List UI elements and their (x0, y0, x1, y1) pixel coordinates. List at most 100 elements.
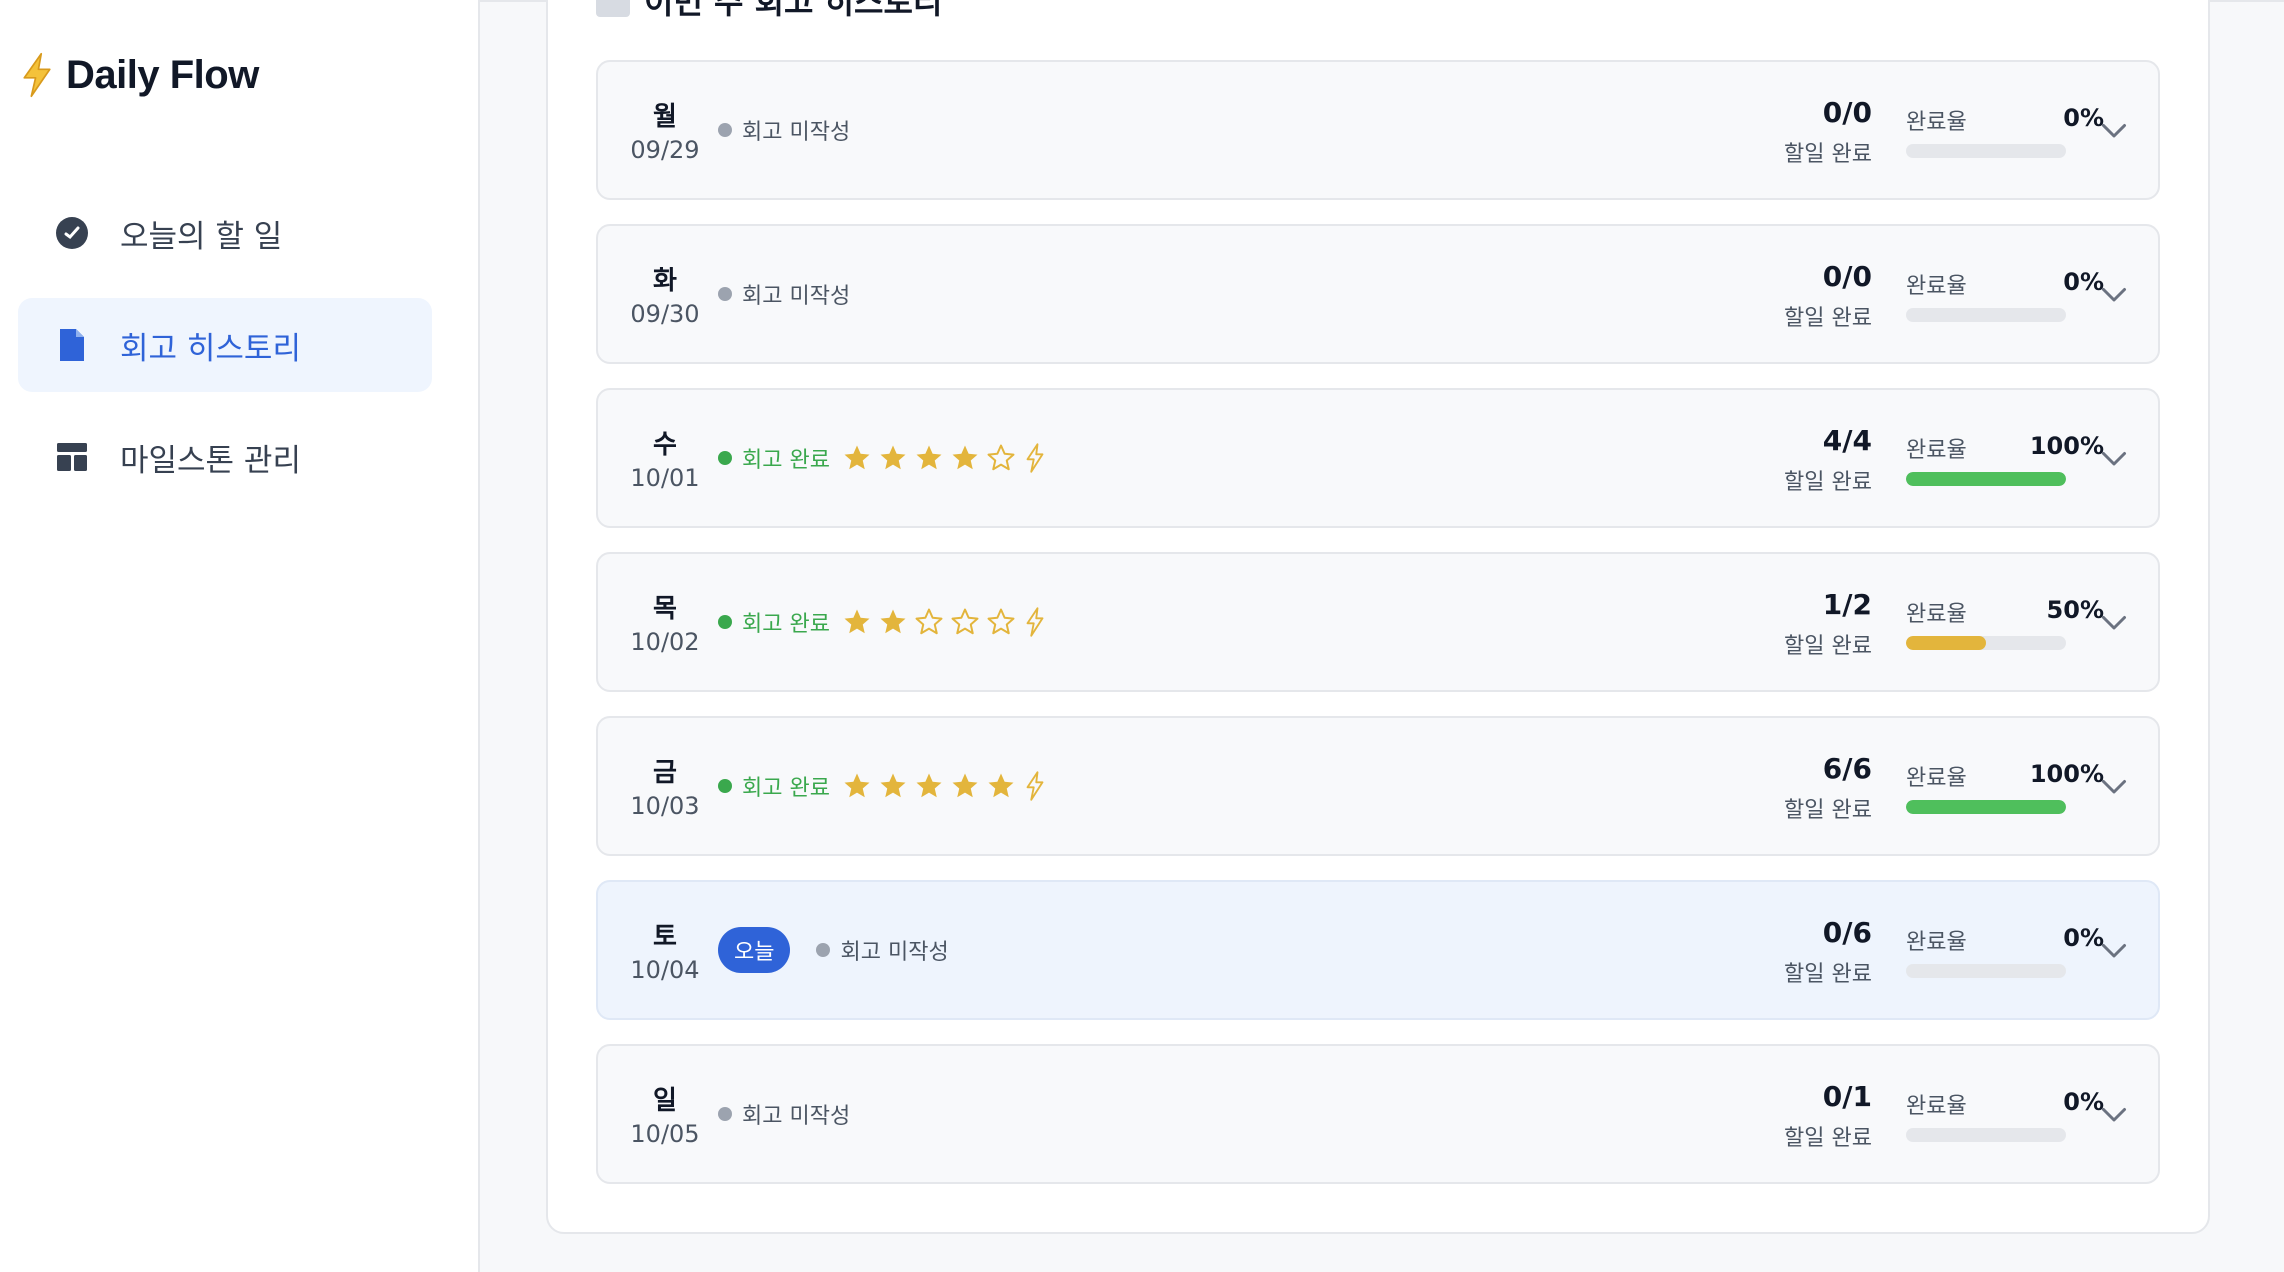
star-outline-icon (987, 608, 1015, 635)
day-row[interactable]: 일 10/05 회고 미작성 0/1 할일 완료 완료율 0% (596, 1044, 2160, 1184)
status-dot (718, 779, 732, 793)
day-info: 목 10/02 (598, 554, 732, 690)
completion-rate-label: 완료율 (1906, 766, 1967, 791)
chevron-down-icon[interactable] (2096, 440, 2132, 476)
section-title: 이번 주 회고 히스토리 (596, 0, 943, 21)
day-info: 일 10/05 (598, 1046, 732, 1182)
date: 10/01 (630, 464, 700, 492)
completion-rate-label: 완료율 (1906, 602, 1967, 627)
progress-bar (1906, 472, 2066, 486)
retro-status: 회고 미작성 (840, 940, 949, 965)
day-row[interactable]: 금 10/03 회고 완료 6/6 할일 완료 완료율 100% (596, 716, 2160, 856)
completion-rate: 0% (2063, 104, 2104, 132)
retro-status: 회고 미작성 (742, 1104, 851, 1129)
completion-rate: 0% (2063, 1088, 2104, 1116)
task-count-label: 할일 완료 (1784, 1126, 1872, 1151)
sidebar-item-milestones[interactable]: 마일스톤 관리 (18, 410, 432, 504)
task-count: 0/0 (1822, 96, 1872, 129)
star-filled-icon (916, 445, 942, 470)
day-row[interactable]: 목 10/02 회고 완료 1/2 할일 완료 완료율 50% (596, 552, 2160, 692)
task-count-label: 할일 완료 (1784, 634, 1872, 659)
sidebar-item-retro-history[interactable]: 회고 히스토리 (18, 298, 432, 392)
status-dot (718, 287, 732, 301)
star-filled-icon (844, 609, 870, 634)
layout-icon (54, 439, 90, 475)
retro-status-group: 회고 미작성 (718, 62, 858, 198)
retro-status: 회고 완료 (742, 612, 830, 637)
section-title-text: 이번 주 회고 히스토리 (644, 0, 943, 21)
retro-status: 회고 미작성 (742, 120, 851, 145)
rating-stars (842, 771, 1046, 801)
day-row[interactable]: 화 09/30 회고 미작성 0/0 할일 완료 완료율 0% (596, 224, 2160, 364)
retro-status: 회고 완료 (742, 776, 830, 801)
progress-bar (1906, 800, 2066, 814)
day-list: 월 09/29 회고 미작성 0/0 할일 완료 완료율 0% 화 09/30 회고 미작성 0/0… (596, 60, 2160, 1208)
completion-rate: 50% (2046, 596, 2104, 624)
document-icon (54, 327, 90, 363)
chevron-down-icon[interactable] (2096, 604, 2132, 640)
progress-fill (1906, 800, 2066, 814)
task-count: 4/4 (1822, 424, 1872, 457)
star-outline-icon (951, 608, 979, 635)
weekday: 목 (653, 594, 677, 624)
star-outline-icon (987, 444, 1015, 471)
chevron-down-icon[interactable] (2096, 932, 2132, 968)
status-dot (718, 615, 732, 629)
task-count: 0/6 (1822, 916, 1872, 949)
lightning-icon (1026, 443, 1044, 473)
chevron-down-icon[interactable] (2096, 276, 2132, 312)
task-count-label: 할일 완료 (1784, 306, 1872, 331)
weekday: 토 (653, 922, 677, 952)
day-row[interactable]: 토 10/04 오늘 회고 미작성 0/6 할일 완료 완료율 0% (596, 880, 2160, 1020)
lightning-icon (1026, 607, 1044, 637)
chevron-down-icon[interactable] (2096, 1096, 2132, 1132)
chevron-down-icon[interactable] (2096, 112, 2132, 148)
task-count-label: 할일 완료 (1784, 142, 1872, 167)
sidebar: Daily Flow 오늘의 할 일 회고 히스토리 마일스톤 관리 (0, 0, 480, 1272)
day-info: 토 10/04 (598, 882, 732, 1018)
status-dot (816, 943, 831, 957)
brand: Daily Flow (20, 52, 259, 98)
star-filled-icon (988, 773, 1014, 798)
sidebar-nav: 오늘의 할 일 회고 히스토리 마일스톤 관리 (18, 186, 432, 522)
progress-bar (1906, 1128, 2066, 1142)
day-row[interactable]: 월 09/29 회고 미작성 0/0 할일 완료 완료율 0% (596, 60, 2160, 200)
date: 09/30 (630, 300, 700, 328)
today-badge: 오늘 (718, 927, 791, 973)
rating-stars (842, 443, 1046, 473)
day-info: 화 09/30 (598, 226, 732, 362)
clock-check-icon (54, 215, 90, 251)
retro-status-group: 회고 미작성 (718, 1046, 858, 1182)
star-outline-icon (915, 608, 943, 635)
progress-fill (1906, 636, 1986, 650)
task-count-label: 할일 완료 (1784, 962, 1872, 987)
sidebar-item-label: 오늘의 할 일 (120, 218, 283, 255)
day-row[interactable]: 수 10/01 회고 완료 4/4 할일 완료 완료율 100% (596, 388, 2160, 528)
progress-bar (1906, 144, 2066, 158)
task-count-label: 할일 완료 (1784, 470, 1872, 495)
retro-status-group: 오늘 회고 미작성 (718, 882, 957, 1018)
sidebar-item-today-tasks[interactable]: 오늘의 할 일 (18, 186, 432, 280)
star-filled-icon (952, 445, 978, 470)
chevron-down-icon[interactable] (2096, 768, 2132, 804)
completion-rate-label: 완료율 (1906, 930, 1967, 955)
retro-status-group: 회고 완료 (718, 390, 1046, 526)
completion-rate-label: 완료율 (1906, 274, 1967, 299)
calendar-icon (596, 0, 630, 17)
weekday: 화 (653, 266, 677, 296)
completion-rate-label: 완료율 (1906, 438, 1967, 463)
completion-rate: 0% (2063, 268, 2104, 296)
task-count: 1/2 (1822, 588, 1872, 621)
star-filled-icon (880, 445, 906, 470)
star-filled-icon (844, 445, 870, 470)
weekday: 월 (653, 102, 677, 132)
task-count: 0/0 (1822, 260, 1872, 293)
task-count: 6/6 (1822, 752, 1872, 785)
completion-rate: 100% (2029, 760, 2104, 788)
status-dot (718, 123, 732, 137)
progress-bar (1906, 636, 2066, 650)
completion-rate-label: 완료율 (1906, 1094, 1967, 1119)
star-filled-icon (952, 773, 978, 798)
star-filled-icon (880, 773, 906, 798)
date: 09/29 (630, 136, 700, 164)
